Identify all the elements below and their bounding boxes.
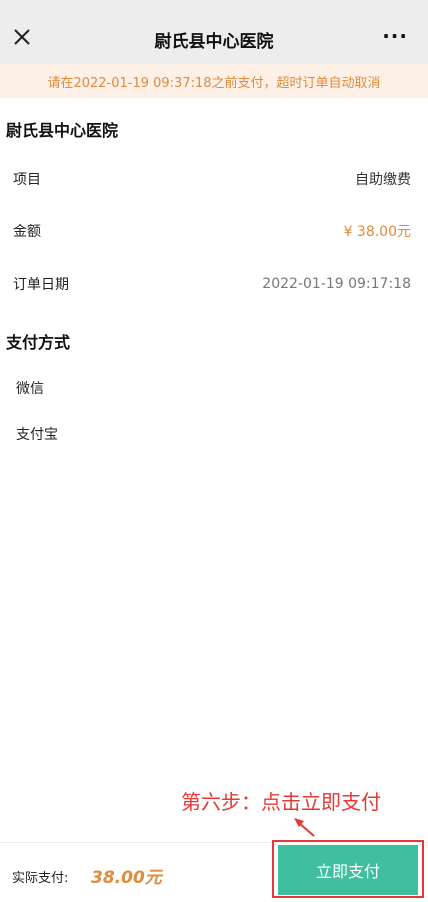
payment-deadline-notice: 请在2022-01-19 09:37:18之前支付，超时订单自动取消 [0,64,428,98]
more-icon[interactable]: ··· [382,26,408,46]
actual-payment-total: 38.00元 [91,868,162,888]
row-label: 项目 [13,172,41,188]
payment-method-wechat[interactable]: 微信 [16,378,44,398]
arrow-icon [294,818,315,837]
pay-now-button[interactable]: 立即支付 [278,845,418,895]
row-value: 2022-01-19 09:17:18 [262,276,411,292]
payment-section-title: 支付方式 [6,333,71,352]
actual-payment-label: 实际支付: [12,871,69,886]
order-row-date: 订单日期 2022-01-19 09:17:18 [0,258,428,310]
nav-bar: 尉氏县中心医院 ··· [0,0,428,74]
row-value: 自助缴费 [355,172,411,188]
row-label: 订单日期 [13,277,69,293]
order-row-amount: 金额 ¥ 38.00元 [0,205,428,257]
page-title: 尉氏县中心医院 [154,32,274,52]
step-annotation: 第六步：点击立即支付 [181,790,381,814]
order-row-item: 项目 自助缴费 [0,153,428,205]
row-value: ¥ 38.00元 [343,224,411,240]
row-label: 金额 [13,224,41,240]
hospital-name: 尉氏县中心医院 [6,121,119,140]
payment-method-alipay[interactable]: 支付宝 [16,424,58,444]
